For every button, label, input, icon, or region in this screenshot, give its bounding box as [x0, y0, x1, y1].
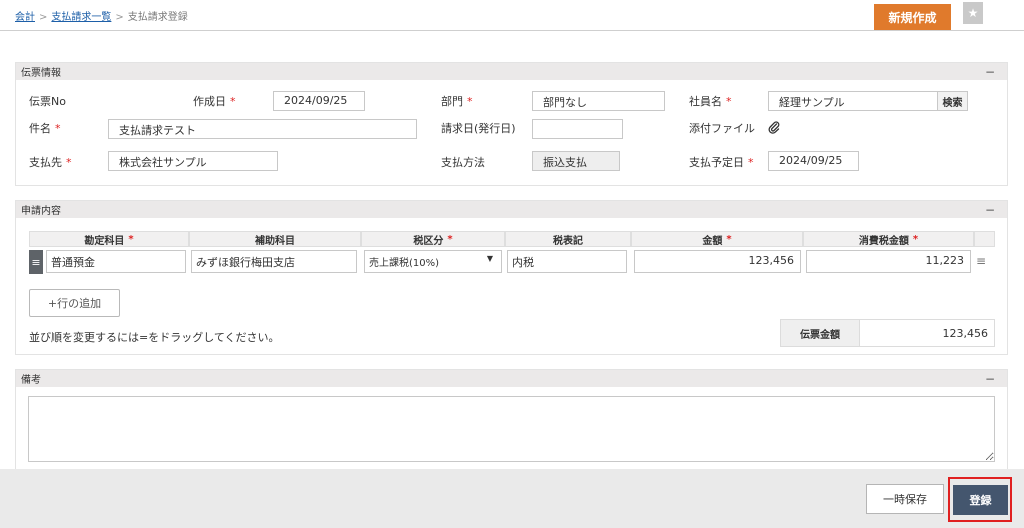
collapse-icon[interactable]: − [985, 65, 995, 79]
application-section: 申請内容 − 勘定科目 * 補助科目 税区分 * 税表記 金額 * 消費税金額 * ≡ … [15, 200, 1008, 355]
new-create-button[interactable]: 新規作成 [874, 4, 951, 30]
section-title: 申請内容 [21, 206, 61, 217]
employee-label: 社員名 * [689, 95, 732, 108]
invoice-date-field[interactable] [532, 119, 623, 139]
row-sub-account-field[interactable]: みずほ銀行梅田支店 [191, 250, 357, 273]
row-tax-amount-field[interactable]: 11,223 [806, 250, 971, 273]
application-header[interactable]: 申請内容 − [16, 201, 1007, 218]
column-header-sub-account: 補助科目 [189, 231, 361, 247]
breadcrumb-separator: > [39, 12, 48, 23]
row-menu-icon[interactable]: ≡ [976, 254, 986, 268]
payment-due-field[interactable]: 2024/09/25 [768, 151, 859, 171]
row-tax-notation-field[interactable]: 内税 [507, 250, 627, 273]
department-field[interactable]: 部門なし [532, 91, 665, 111]
voucher-no-label: 伝票No [29, 95, 66, 108]
column-header-amount: 金額 * [631, 231, 803, 247]
attachment-label: 添付ファイル [689, 122, 755, 135]
created-date-label: 作成日 * [193, 95, 236, 108]
employee-field[interactable]: 経理サンプル [768, 91, 938, 111]
section-title: 備考 [21, 375, 41, 386]
section-title: 伝票情報 [21, 68, 61, 79]
department-label: 部門 * [441, 95, 473, 108]
column-header-tax-amount: 消費税金額 * [803, 231, 974, 247]
subject-label: 件名 * [29, 122, 61, 135]
payment-due-label: 支払予定日 * [689, 156, 754, 169]
row-account-field[interactable]: 普通預金 [46, 250, 186, 273]
breadcrumb-link-accounting[interactable]: 会計 [15, 12, 35, 23]
invoice-date-label: 請求日(発行日) [441, 122, 516, 135]
row-tax-class-select[interactable]: 売上課税(10%) ▼ [364, 250, 502, 273]
payee-label: 支払先 * [29, 156, 72, 169]
paperclip-icon[interactable] [768, 121, 780, 137]
total-value: 123,456 [859, 319, 995, 347]
chevron-down-icon: ▼ [486, 254, 493, 263]
footer-bar: 一時保存 登録 [0, 469, 1024, 528]
register-highlight: 登録 [948, 477, 1012, 522]
drag-note: 並び順を変更するには=をドラッグしてください。 [29, 331, 280, 344]
collapse-icon[interactable]: − [985, 203, 995, 217]
voucher-info-header[interactable]: 伝票情報 − [16, 63, 1007, 80]
employee-search-button[interactable]: 検索 [937, 91, 968, 111]
remarks-textarea[interactable] [28, 396, 995, 462]
created-date-field[interactable]: 2024/09/25 [273, 91, 365, 111]
column-header-blank [974, 231, 995, 247]
collapse-icon[interactable]: − [985, 372, 995, 386]
temporary-save-button[interactable]: 一時保存 [866, 484, 944, 514]
breadcrumb-link-payment-list[interactable]: 支払請求一覧 [51, 12, 111, 23]
breadcrumb-separator: > [115, 12, 124, 23]
total-label: 伝票金額 [780, 319, 860, 347]
subject-field[interactable]: 支払請求テスト [108, 119, 417, 139]
column-header-account: 勘定科目 * [29, 231, 189, 247]
column-header-tax-notation: 税表記 [505, 231, 631, 247]
payment-method-label: 支払方法 [441, 156, 485, 169]
breadcrumb-current: 支払請求登録 [127, 12, 188, 23]
column-header-tax-class: 税区分 * [361, 231, 505, 247]
row-amount-field[interactable]: 123,456 [634, 250, 801, 273]
top-bar: 会計 > 支払請求一覧 > 支払請求登録 新規作成 ★ [0, 0, 1024, 31]
payment-method-field: 振込支払 [532, 151, 620, 171]
drag-handle-icon[interactable]: ≡ [29, 250, 43, 274]
breadcrumb: 会計 > 支払請求一覧 > 支払請求登録 [15, 8, 188, 23]
add-row-button[interactable]: +行の追加 [29, 289, 120, 317]
voucher-info-section: 伝票情報 − 伝票No 作成日 * 2024/09/25 部門 * 部門なし 社員名… [15, 62, 1008, 186]
star-icon[interactable]: ★ [963, 2, 983, 24]
remarks-header[interactable]: 備考 − [16, 370, 1007, 387]
payee-field[interactable]: 株式会社サンプル [108, 151, 278, 171]
remarks-section: 備考 − [15, 369, 1008, 479]
register-button[interactable]: 登録 [953, 485, 1008, 515]
